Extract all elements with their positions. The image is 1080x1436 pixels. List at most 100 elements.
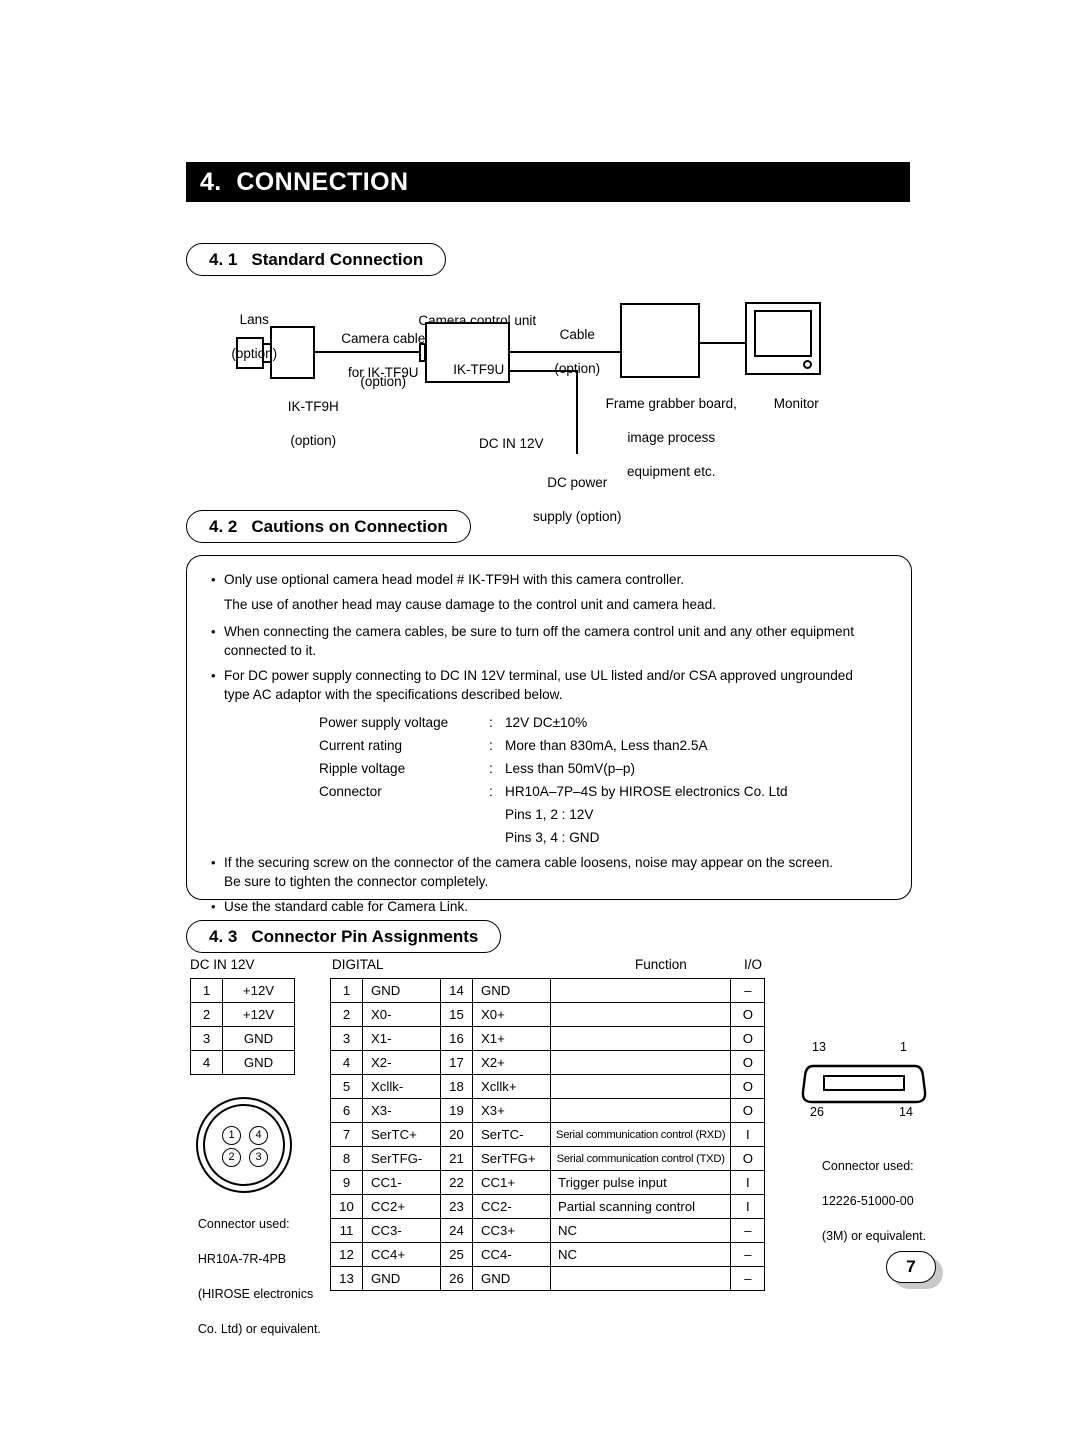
dcin-connector-note: Connector used: HR10A-7R-4PB (HIROSE ele…: [197, 1216, 321, 1336]
pin-signal-b: X2+: [472, 1050, 551, 1075]
digital-pin-table: 1 GND 14 GND – 2 X0- 15 X0+ O 3 X1- 16 X…: [330, 978, 766, 1291]
camera-head-shape: [270, 326, 315, 379]
section-label: Standard Connection: [251, 249, 424, 269]
table-row: 6 X3- 19 X3+ O: [330, 1098, 766, 1123]
pin-number-a: 4: [330, 1050, 363, 1075]
pin-number-b: 15: [440, 1002, 473, 1027]
pin-signal-a: GND: [362, 1266, 441, 1291]
ccu-box-label: IK-TF9U: [453, 362, 505, 377]
dc-power-line-horizontal: [510, 370, 578, 372]
pin-signal-b: CC2-: [472, 1194, 551, 1219]
pin-number-a: 11: [330, 1218, 363, 1243]
caution-item: • For DC power supply connecting to DC I…: [211, 666, 897, 704]
pin-number-b: 24: [440, 1218, 473, 1243]
section-number: 4. 2: [209, 516, 238, 536]
spec-separator: [489, 803, 505, 826]
pin-number-a: 2: [330, 1002, 363, 1027]
dc-in-12v-label: DC IN 12V: [478, 436, 544, 451]
dc-power-line-vertical: [576, 370, 578, 454]
pin-number-a: 7: [330, 1122, 363, 1147]
connector-pin-4: 4: [249, 1126, 268, 1145]
digital-table-caption: DIGITAL: [332, 957, 384, 972]
spec-value: More than 830mA, Less than2.5A: [505, 738, 708, 753]
digital-io-header: I/O: [744, 957, 763, 972]
pin-signal-a: CC2+: [362, 1194, 441, 1219]
mdr-corner-label-1: 1: [900, 1040, 907, 1054]
caution-item: • Use the standard cable for Camera Link…: [211, 897, 897, 916]
spec-key: Power supply voltage: [319, 715, 449, 730]
pin-number-a: 3: [330, 1026, 363, 1051]
chapter-title: 4. CONNECTION: [200, 167, 409, 196]
bullet-icon: •: [211, 899, 216, 914]
caution-text: Only use optional camera head model # IK…: [224, 572, 685, 587]
pin-number: 2: [190, 1002, 223, 1027]
pin-number-a: 9: [330, 1170, 363, 1195]
table-row: 4 GND: [190, 1050, 295, 1075]
pin-signal-a: X3-: [362, 1098, 441, 1123]
section-label: Connector Pin Assignments: [251, 926, 479, 946]
cautions-box: • Only use optional camera head model # …: [186, 555, 912, 914]
spec-key: [319, 803, 489, 826]
pin-function: [549, 1026, 732, 1051]
table-row: 5 Xcllk- 18 Xcllk+ O: [330, 1074, 766, 1099]
spec-value: Less than 50mV(p–p): [505, 761, 635, 776]
table-row: 8 SerTFG- 21 SerTFG+ Serial communicatio…: [330, 1146, 766, 1171]
chapter-header-bar: 4. CONNECTION: [186, 162, 910, 202]
table-row: Ripple voltage : Less than 50mV(p–p): [319, 757, 788, 780]
table-row: Connector : HR10A–7P–4S by HIROSE electr…: [319, 780, 788, 803]
pin-function: [549, 1074, 732, 1099]
pin-number-b: 21: [440, 1146, 473, 1171]
section-heading-4-3: 4. 3 Connector Pin Assignments: [186, 920, 502, 953]
pin-signal-b: SerTFG+: [472, 1146, 551, 1171]
pin-signal-b: GND: [472, 1266, 551, 1291]
spec-separator: :: [489, 738, 493, 753]
monitor-shape: [745, 302, 821, 375]
dc-power-supply-label: DC power supply (option): [532, 475, 622, 524]
pin-signal-a: CC4+: [362, 1242, 441, 1267]
spec-separator: :: [489, 761, 493, 776]
pin-io: I: [730, 1194, 766, 1219]
pin-signal-b: CC4-: [472, 1242, 551, 1267]
dcin-connector-diagram: 1 4 2 3: [196, 1097, 292, 1193]
pin-io: O: [730, 1050, 766, 1075]
pin-signal-b: SerTC-: [472, 1122, 551, 1147]
pin-signal-a: GND: [362, 978, 441, 1003]
frame-grabber-shape: [620, 303, 700, 378]
pin-signal-a: Xcllk-: [362, 1074, 441, 1099]
pin-number-a: 8: [330, 1146, 363, 1171]
digital-function-header: Function: [635, 957, 687, 972]
ccu-connector-nub: [419, 343, 426, 362]
pin-io: –: [730, 1218, 766, 1243]
connector-pin-3: 3: [249, 1148, 268, 1167]
camera-cable-line: [315, 351, 423, 353]
pin-number-b: 26: [440, 1266, 473, 1291]
pin-number-a: 5: [330, 1074, 363, 1099]
section-heading-4-1: 4. 1 Standard Connection: [186, 243, 447, 276]
connector-inner-ring: [203, 1104, 285, 1186]
ccu-caption: Camera control unit: [418, 313, 537, 328]
pin-number: 1: [190, 978, 223, 1003]
pin-number-a: 10: [330, 1194, 363, 1219]
pin-number-b: 23: [440, 1194, 473, 1219]
camera-cable-label: Camera cable for IK-TF9U: [341, 331, 426, 380]
pin-function: Trigger pulse input: [549, 1170, 732, 1195]
spec-key: Ripple voltage: [319, 761, 406, 776]
table-row: 3 GND: [190, 1026, 295, 1051]
pin-number-a: 6: [330, 1098, 363, 1123]
document-page: 4. CONNECTION 4. 1 Standard Connection L…: [0, 0, 1080, 1436]
dcin-pin-table: 1 +12V 2 +12V 3 GND 4 GND: [190, 978, 295, 1075]
caution-text: If the securing screw on the connector o…: [224, 855, 834, 889]
digital-connector-note: Connector used: 12226-51000-00 (3M) or e…: [821, 1158, 927, 1243]
pin-io: O: [730, 1002, 766, 1027]
pin-function: NC: [549, 1242, 732, 1267]
monitor-label: Monitor: [773, 396, 819, 411]
spec-separator: :: [489, 784, 493, 799]
bullet-icon: •: [211, 668, 216, 683]
table-row: Current rating : More than 830mA, Less t…: [319, 734, 788, 757]
monitor-screen-shape: [754, 310, 812, 357]
camera-control-unit-shape: [425, 322, 510, 383]
pin-signal-a: SerTFG-: [362, 1146, 441, 1171]
frame-grabber-label: Frame grabber board, image process equip…: [605, 396, 737, 479]
pin-signal-b: X3+: [472, 1098, 551, 1123]
pin-function: [549, 978, 732, 1003]
